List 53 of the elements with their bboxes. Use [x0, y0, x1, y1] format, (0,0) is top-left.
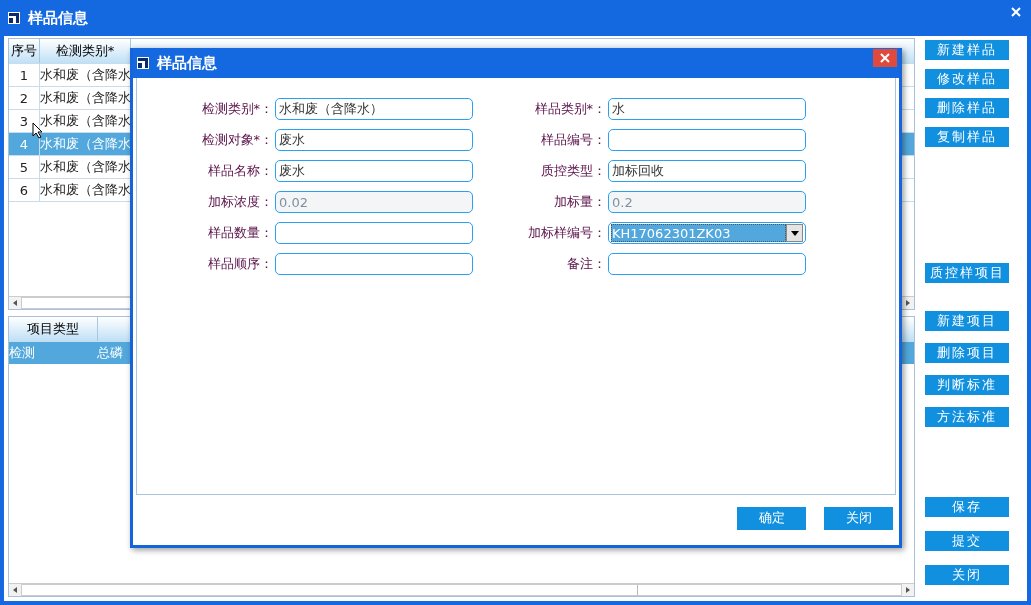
close-button[interactable]: [873, 49, 897, 67]
field-label: 加标样编号：: [527, 224, 607, 242]
input-field[interactable]: [275, 253, 473, 275]
table-cell: 6: [9, 179, 40, 201]
dialog-title: 样品信息: [157, 53, 217, 73]
side-button[interactable]: 修改样品: [925, 69, 1009, 89]
input-field[interactable]: [275, 222, 473, 244]
side-button[interactable]: 复制样品: [925, 127, 1009, 147]
dialog-button[interactable]: 确定: [737, 506, 806, 530]
close-icon[interactable]: [1011, 7, 1021, 17]
input-field[interactable]: 水: [608, 98, 806, 120]
field-label: 样品顺序：: [207, 255, 274, 273]
side-button[interactable]: 提交: [925, 531, 1009, 551]
input-field[interactable]: 废水: [275, 129, 473, 151]
dropdown-arrow-icon: [790, 230, 799, 236]
input-field[interactable]: [608, 253, 806, 275]
side-button[interactable]: 方法标准: [925, 407, 1009, 427]
horizontal-scrollbar[interactable]: [9, 583, 914, 596]
input-field[interactable]: 废水: [275, 160, 473, 182]
input-field[interactable]: [608, 129, 806, 151]
field-label: 备注：: [566, 255, 607, 273]
side-button[interactable]: 新建项目: [925, 311, 1009, 331]
field-label: 样品名称：: [207, 162, 274, 180]
table-cell: 1: [9, 64, 40, 86]
dialog-button[interactable]: 关闭: [824, 506, 893, 530]
field-label: 样品数量：: [207, 224, 274, 242]
table-cell: 5: [9, 156, 40, 178]
side-button[interactable]: 保存: [925, 497, 1009, 517]
input-field[interactable]: 水和废（含降水）: [275, 98, 473, 120]
column-header[interactable]: 项目类型: [9, 317, 98, 341]
field-label: 样品编号：: [540, 131, 607, 149]
table-cell: 2: [9, 87, 40, 109]
side-button[interactable]: 删除项目: [925, 343, 1009, 363]
field-label: 样品类别*：: [533, 100, 607, 118]
side-button[interactable]: 删除样品: [925, 98, 1009, 118]
table-cell-text: 总磷: [97, 344, 124, 362]
field-label: 加标浓度：: [207, 193, 274, 211]
app-icon: [137, 57, 149, 69]
field-label: 质控类型：: [540, 162, 607, 180]
window-title: 样品信息: [28, 8, 88, 28]
close-icon: [880, 53, 890, 63]
field-label: 检测类别*：: [200, 100, 274, 118]
field-label: 检测对象*：: [200, 131, 274, 149]
side-button[interactable]: 新建样品: [925, 40, 1009, 60]
app-icon: [8, 12, 20, 24]
side-button[interactable]: 关闭: [925, 565, 1009, 585]
dropdown-field[interactable]: KH17062301ZK03: [608, 222, 806, 244]
table-cell-text: 检测: [9, 344, 36, 362]
column-header[interactable]: 序号: [9, 39, 40, 63]
side-button[interactable]: 质控样项目: [925, 263, 1009, 283]
input-field[interactable]: 加标回收: [608, 160, 806, 182]
field-label: 加标量：: [553, 193, 607, 211]
side-button[interactable]: 判断标准: [925, 375, 1009, 395]
